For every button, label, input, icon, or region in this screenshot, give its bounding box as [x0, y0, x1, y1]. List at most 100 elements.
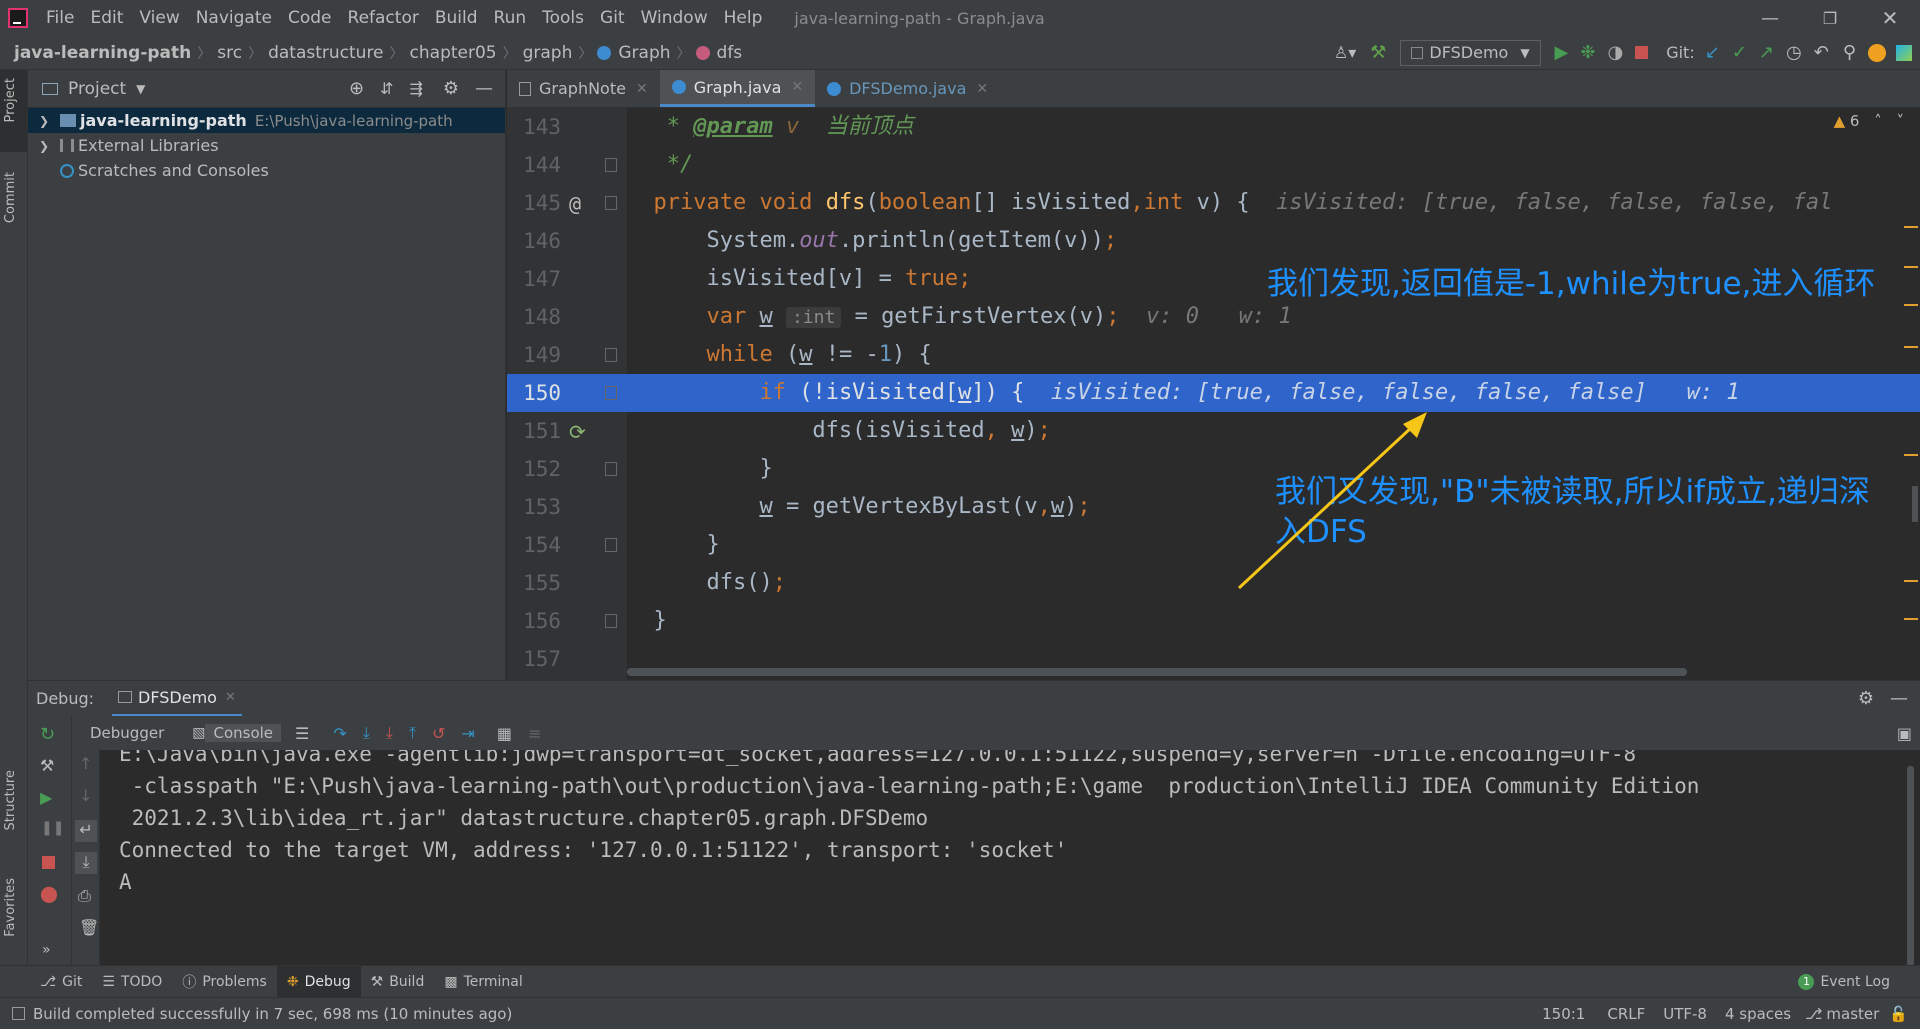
fold-icon[interactable]: [605, 386, 617, 400]
side-tab-favorites-label[interactable]: Favorites: [3, 878, 18, 937]
chevron-down-icon[interactable]: ˅: [1897, 112, 1905, 130]
menu-view[interactable]: View: [131, 8, 187, 28]
gear-icon[interactable]: ⚙: [443, 78, 459, 99]
fold-icon[interactable]: [605, 462, 617, 476]
trash-icon[interactable]: 🗑: [79, 918, 99, 937]
menu-refactor[interactable]: Refactor: [340, 8, 427, 28]
menu-help[interactable]: Help: [716, 8, 771, 28]
step-over-icon[interactable]: ↷: [333, 724, 346, 743]
up-icon[interactable]: ↑: [79, 754, 92, 773]
tab-dfsdemo-java[interactable]: DFSDemo.java ✕: [815, 70, 1000, 107]
menu-build[interactable]: Build: [427, 8, 486, 28]
hide-icon[interactable]: —: [1890, 688, 1908, 709]
git-push-icon[interactable]: ↗: [1759, 42, 1774, 63]
lock-icon[interactable]: 🔓: [1889, 1005, 1908, 1023]
menu-git[interactable]: Git: [592, 8, 633, 28]
plugin-icon[interactable]: [1896, 44, 1912, 61]
menu-run[interactable]: Run: [486, 8, 535, 28]
git-commit-icon[interactable]: ✓: [1732, 42, 1747, 63]
run-config-select[interactable]: DFSDemo ▼: [1400, 39, 1541, 66]
menu-navigate[interactable]: Navigate: [188, 8, 280, 28]
close-tab-icon[interactable]: ✕: [791, 79, 803, 95]
tree-item-project[interactable]: ❯ java-learning-path E:\Push\java-learni…: [28, 108, 505, 133]
editor-vertical-scrollbar[interactable]: [1912, 486, 1918, 522]
down-icon[interactable]: ↓: [79, 786, 92, 805]
side-tab-commit-label[interactable]: Commit: [3, 172, 18, 223]
project-panel-title[interactable]: Project: [68, 79, 126, 99]
user-icon[interactable]: ♙▾: [1334, 43, 1356, 62]
scroll-to-end-icon[interactable]: ⤓: [75, 852, 97, 874]
step-out-icon[interactable]: ⤒: [409, 723, 416, 743]
update-icon[interactable]: [1868, 43, 1886, 62]
menu-file[interactable]: File: [38, 8, 82, 28]
recursion-icon[interactable]: ⟳: [569, 420, 586, 444]
fold-icon[interactable]: [605, 348, 617, 362]
event-log-button[interactable]: 1 Event Log: [1788, 973, 1900, 990]
tool-tab-terminal[interactable]: ▩ Terminal: [434, 974, 532, 990]
settings-icon[interactable]: ⚒: [40, 756, 54, 775]
restore-layout-icon[interactable]: ▣: [1897, 724, 1912, 743]
breadcrumb-datastructure[interactable]: datastructure: [264, 43, 387, 63]
menu-window[interactable]: Window: [633, 8, 716, 28]
close-session-icon[interactable]: ✕: [225, 690, 236, 705]
search-icon[interactable]: ⚲: [1843, 42, 1856, 63]
fold-icon[interactable]: [605, 614, 617, 628]
rerun-icon[interactable]: ↻: [40, 724, 55, 745]
tree-item-scratches[interactable]: Scratches and Consoles: [28, 158, 505, 183]
collapse-all-icon[interactable]: ⇶: [409, 79, 422, 98]
menu-tools[interactable]: Tools: [534, 8, 592, 28]
tab-graphnote[interactable]: GraphNote ✕: [507, 70, 660, 107]
layout-icon[interactable]: ☰: [295, 724, 309, 743]
fold-icon[interactable]: [605, 196, 617, 210]
restore-icon[interactable]: ❐: [1800, 9, 1860, 28]
expand-all-icon[interactable]: ⇵: [380, 79, 393, 98]
tool-tab-problems[interactable]: ⓘ Problems: [172, 972, 277, 992]
breadcrumb-chapter05[interactable]: chapter05: [406, 43, 501, 63]
inspection-widget[interactable]: ▲ 6 ˄ ˅: [1834, 112, 1904, 130]
print-icon[interactable]: ⎙: [78, 886, 91, 906]
breadcrumb-src[interactable]: src: [213, 43, 246, 63]
caret-position[interactable]: 150:1: [1542, 1005, 1585, 1023]
close-tab-icon[interactable]: ✕: [976, 81, 988, 97]
step-into-icon[interactable]: ⤓: [363, 723, 370, 743]
hammer-icon[interactable]: ⚒: [1370, 42, 1386, 63]
menu-edit[interactable]: Edit: [82, 8, 131, 28]
evaluate-icon[interactable]: ▦: [497, 724, 512, 743]
gear-icon[interactable]: ⚙: [1858, 688, 1874, 709]
tab-debugger[interactable]: Debugger: [78, 724, 176, 742]
side-tab-project-label[interactable]: Project: [3, 78, 18, 122]
rollback-icon[interactable]: ↶: [1814, 42, 1829, 63]
side-tab-structure-label[interactable]: Structure: [3, 770, 18, 830]
close-tab-icon[interactable]: ✕: [636, 81, 648, 97]
tree-item-external-libraries[interactable]: ❯ External Libraries: [28, 133, 505, 158]
tool-tab-git[interactable]: ⎇ Git: [30, 974, 92, 990]
tool-tab-debug[interactable]: ❉ Debug: [276, 965, 361, 998]
tool-tab-todo[interactable]: ☰ TODO: [92, 974, 172, 990]
close-icon[interactable]: ✕: [1860, 6, 1920, 30]
run-icon[interactable]: ▶: [1555, 42, 1569, 63]
breadcrumb-graph[interactable]: graph: [519, 43, 577, 63]
hide-icon[interactable]: —: [475, 78, 493, 99]
breadcrumb-project[interactable]: java-learning-path: [0, 43, 195, 63]
chevron-down-icon[interactable]: ▼: [136, 82, 145, 96]
stop-icon[interactable]: [42, 856, 55, 869]
tab-console[interactable]: Console: [205, 724, 282, 742]
stop-icon[interactable]: [1635, 46, 1649, 59]
drop-frame-icon[interactable]: ↺: [432, 724, 445, 743]
force-step-into-icon[interactable]: ⤓: [386, 723, 393, 743]
file-encoding[interactable]: UTF-8: [1663, 1005, 1707, 1023]
history-icon[interactable]: ◷: [1786, 42, 1802, 63]
fold-icon[interactable]: [605, 538, 617, 552]
soft-wrap-icon[interactable]: ↵: [75, 820, 97, 842]
git-branch[interactable]: master: [1826, 1005, 1879, 1023]
minimize-icon[interactable]: —: [1740, 8, 1800, 29]
breadcrumb-method[interactable]: dfs: [713, 43, 747, 63]
pause-icon[interactable]: ❚❚: [41, 820, 64, 836]
more-icon[interactable]: »: [42, 942, 51, 958]
menu-code[interactable]: Code: [280, 8, 340, 28]
coverage-icon[interactable]: ◑: [1607, 42, 1623, 63]
trace-icon[interactable]: ≡: [528, 724, 541, 743]
status-panel-icon[interactable]: [12, 1007, 25, 1020]
editor-horizontal-scrollbar[interactable]: [627, 668, 1687, 676]
code-editor[interactable]: * @param v 当前顶点 */ private void dfs(bool…: [627, 108, 1920, 680]
